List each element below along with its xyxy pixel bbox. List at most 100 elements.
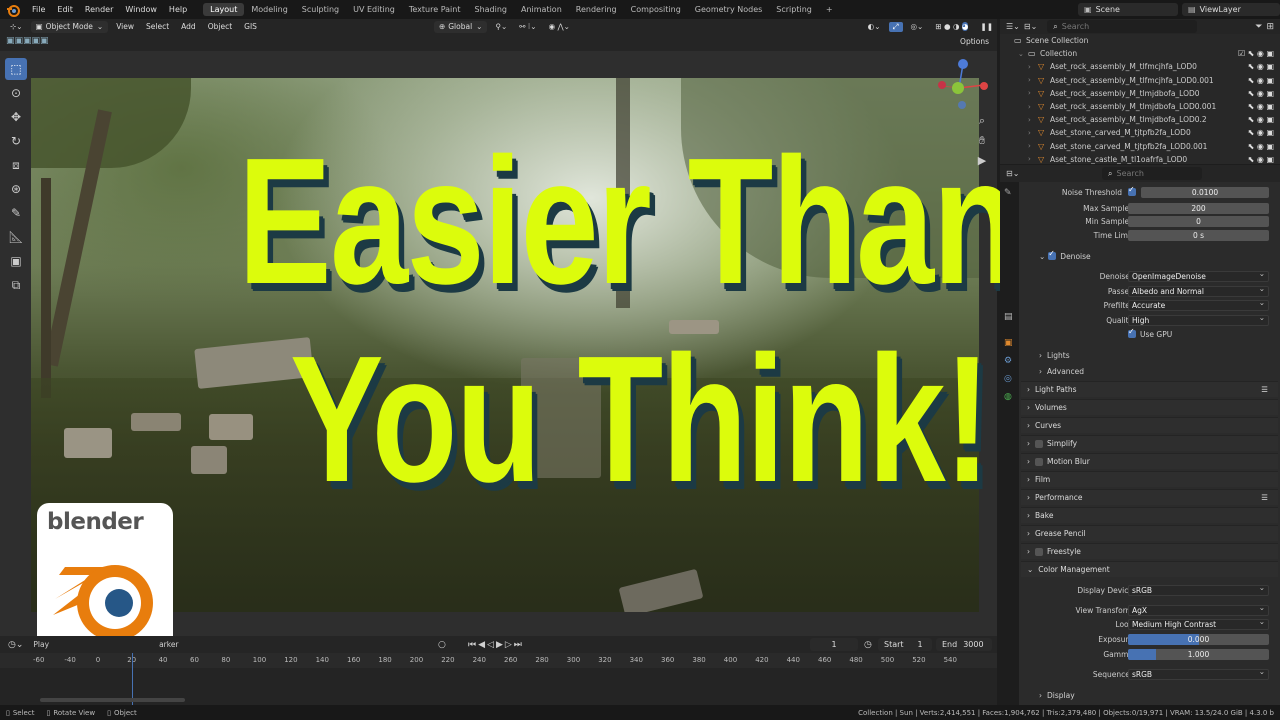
options-button[interactable]: Options [960, 37, 989, 46]
subpanel-lights[interactable]: › Lights [1019, 349, 1280, 361]
use-gpu-checkbox[interactable] [1128, 327, 1136, 338]
overlay-icon[interactable]: ◎⌄ [907, 22, 928, 31]
timeline-ruler[interactable]: -60-400204060801001201401601802002202402… [0, 653, 997, 668]
select-box-tool-icon[interactable]: ⬚ [5, 58, 27, 80]
tool-tab-icon[interactable]: ✎ [1004, 188, 1012, 198]
max-samples-field[interactable]: 200 [1128, 202, 1269, 214]
freestyle-checkbox[interactable] [1035, 547, 1043, 556]
row-toggles[interactable]: ⬉ ◉ ▣ [1248, 89, 1274, 98]
row-toggles[interactable]: ☑ ⬉ ◉ ▣ [1238, 49, 1274, 58]
motion-blur-checkbox[interactable] [1035, 457, 1043, 466]
outliner-row[interactable]: › ▽ Aset_stone_carved_M_tjtpfb2fa_LOD0 ⬉ ◉ … [1000, 126, 1280, 139]
quality-dropdown[interactable]: High [1128, 313, 1269, 326]
exposure-slider[interactable]: 0.000 [1128, 633, 1269, 645]
panel-curves[interactable]: › Curves [1021, 417, 1278, 433]
outliner-row[interactable]: › ▽ Aset_stone_castle_M_tl1oafrfa_LOD0 ⬉ ◉ … [1000, 153, 1280, 164]
view-transform-dropdown[interactable]: AgX [1128, 603, 1269, 616]
transform-orientation[interactable]: ⊕ Global ⌄ [433, 20, 488, 33]
tab-compositing[interactable]: Compositing [624, 3, 688, 16]
panel-performance[interactable]: › Performance ☰ [1021, 489, 1278, 505]
move-tool-icon[interactable]: ✥ [5, 106, 27, 128]
subpanel-advanced[interactable]: › Advanced [1019, 365, 1280, 377]
zoom-icon[interactable]: ⌕ [974, 114, 990, 130]
marker-menu[interactable]: arker [159, 640, 178, 649]
row-toggles[interactable]: ⬉ ◉ ▣ [1248, 155, 1274, 164]
scene-selector[interactable]: ▣ Scene [1078, 3, 1178, 16]
row-toggles[interactable]: ⬉ ◉ ▣ [1248, 62, 1274, 71]
blender-logo-icon[interactable] [6, 3, 20, 17]
camera-icon[interactable]: ▶ [974, 154, 990, 170]
noise-threshold-field[interactable]: 0.0100 [1141, 186, 1269, 198]
editor-type-icon[interactable]: ⊟⌄ [1006, 169, 1019, 178]
outliner-row[interactable]: › ▽ Aset_rock_assembly_M_tlmjdbofa_LOD0.00… [1000, 100, 1280, 113]
use-gpu-row[interactable]: Use GPU [1019, 327, 1280, 340]
add-object-tool-icon[interactable]: ⧉ [5, 274, 27, 296]
tab-animation[interactable]: Animation [514, 3, 569, 16]
outliner-row-collection[interactable]: ⌄ ▭ Collection ☑ ⬉ ◉ ▣ [1000, 47, 1280, 60]
display-device-dropdown[interactable]: sRGB [1128, 583, 1269, 596]
row-toggles[interactable]: ⬉ ◉ ▣ [1248, 115, 1274, 124]
menu-edit[interactable]: Edit [51, 5, 79, 14]
timeline-scrollbar[interactable] [40, 698, 185, 702]
pause-icon[interactable]: ❚❚ [976, 22, 997, 31]
snap-icon[interactable]: ⚯ ⁝⌄ [515, 22, 540, 31]
menu-object[interactable]: Object [204, 22, 236, 31]
denoise-subpanel[interactable]: ⌄ Denoise [1019, 249, 1280, 262]
view-layer-selector[interactable]: ▤ ViewLayer [1182, 3, 1280, 16]
editor-type-icon[interactable]: ⊹⌄ [6, 22, 27, 31]
visibility-icon[interactable]: ◐⌄ [864, 22, 885, 31]
look-dropdown[interactable]: Medium High Contrast [1128, 617, 1269, 630]
gizmo-toggle-icon[interactable]: ⤢ [888, 21, 903, 32]
pivot-icon[interactable]: ⚲⌄ [491, 22, 511, 31]
tab-sculpting[interactable]: Sculpting [295, 3, 346, 16]
mode-selector[interactable]: ▣ Object Mode ⌄ [30, 20, 109, 33]
navigation-gizmo[interactable] [932, 55, 992, 115]
playback-menu[interactable]: Play [33, 640, 49, 649]
row-toggles[interactable]: ⬉ ◉ ▣ [1248, 76, 1274, 85]
pan-hand-icon[interactable]: ✋︎ [974, 134, 990, 150]
modifier-tab-icon[interactable]: ⚙ [1004, 356, 1012, 366]
panel-simplify[interactable]: › Simplify [1021, 435, 1278, 451]
presets-icon[interactable]: ☰ [1261, 493, 1268, 502]
menu-add[interactable]: Add [177, 22, 200, 31]
denoiser-dropdown[interactable]: OpenImageDenoise [1128, 269, 1269, 282]
time-limit-field[interactable]: 0 s [1128, 229, 1269, 241]
outliner-row-scene-collection[interactable]: ▭ Scene Collection [1000, 34, 1280, 47]
tab-scripting[interactable]: Scripting [769, 3, 819, 16]
annotate-tool-icon[interactable]: ✎ [5, 202, 27, 224]
select-mode-icons[interactable]: ▣▣▣▣▣ [6, 36, 49, 46]
tab-geometry-nodes[interactable]: Geometry Nodes [688, 3, 769, 16]
outliner-row[interactable]: › ▽ Aset_rock_assembly_M_tlfmcjhfa_LOD0.00… [1000, 74, 1280, 87]
record-icon[interactable]: ○ [438, 640, 446, 650]
noise-threshold-checkbox[interactable] [1128, 185, 1136, 196]
panel-film[interactable]: › Film [1021, 471, 1278, 487]
transform-tool-icon[interactable]: ⊛ [5, 178, 27, 200]
shading-modes-icon[interactable]: ⊞ ● ◑ ◕ [931, 22, 972, 31]
panel-color-management[interactable]: ⌄ Color Management [1021, 561, 1278, 577]
cursor-tool-icon[interactable]: ⊙ [5, 82, 27, 104]
presets-icon[interactable]: ☰ [1261, 385, 1268, 394]
denoise-checkbox[interactable] [1048, 249, 1057, 260]
render-tab-icon[interactable]: ▤ [1004, 312, 1013, 322]
passes-dropdown[interactable]: Albedo and Normal [1128, 284, 1269, 297]
current-frame-field[interactable]: 1 [810, 638, 858, 651]
panel-motion-blur[interactable]: › Motion Blur [1021, 453, 1278, 469]
outliner-row[interactable]: › ▽ Aset_rock_assembly_M_tlmjdbofa_LOD0 ⬉ ◉… [1000, 87, 1280, 100]
panel-volumes[interactable]: › Volumes [1021, 399, 1278, 415]
menu-render[interactable]: Render [79, 5, 119, 14]
scale-tool-icon[interactable]: ⧈ [5, 154, 27, 176]
subpanel-display[interactable]: › Display [1019, 689, 1280, 701]
properties-search-input[interactable]: ⌕ Search [1102, 167, 1202, 180]
menu-view[interactable]: View [112, 22, 138, 31]
physics-tab-icon[interactable]: ◎ [1004, 374, 1012, 384]
rotate-tool-icon[interactable]: ↻ [5, 130, 27, 152]
constraints-tab-icon[interactable]: ◍ [1004, 392, 1012, 402]
funnel-icon[interactable]: ⏷ [1255, 22, 1262, 32]
menu-gis[interactable]: GIS [240, 22, 261, 31]
tab-rendering[interactable]: Rendering [569, 3, 624, 16]
tab-texture-paint[interactable]: Texture Paint [402, 3, 468, 16]
menu-window[interactable]: Window [119, 5, 163, 14]
menu-file[interactable]: File [26, 5, 51, 14]
playback-controls-icon[interactable]: ⏮◀◁▶▷⏭ [468, 640, 524, 650]
gamma-slider[interactable]: 1.000 [1128, 648, 1269, 660]
